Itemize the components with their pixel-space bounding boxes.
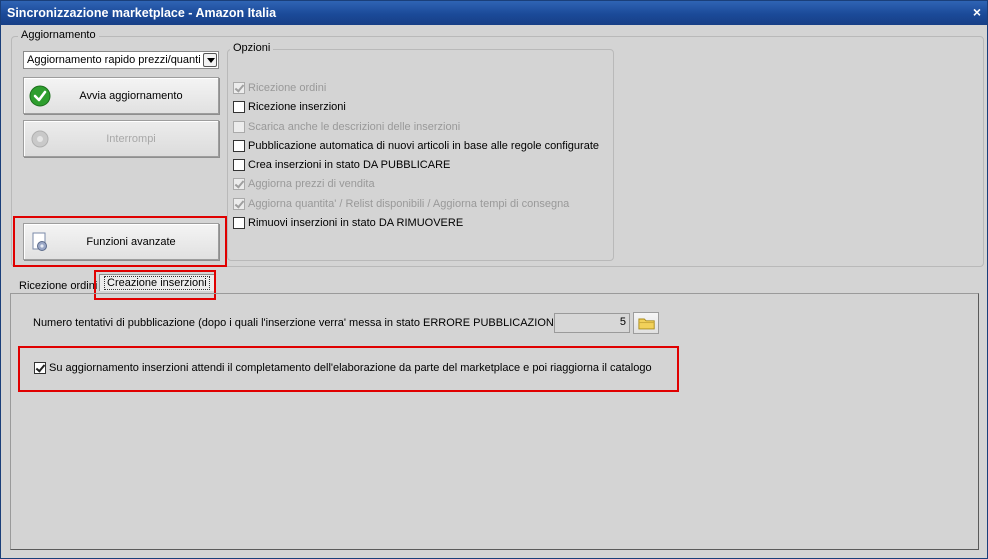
stop-button[interactable]: Interrompi: [23, 120, 219, 157]
option-label: Aggiorna prezzi di vendita: [248, 178, 375, 190]
option-label: Pubblicazione automatica di nuovi artico…: [248, 140, 599, 152]
start-update-label: Avvia aggiornamento: [79, 90, 183, 102]
update-mode-select[interactable]: Aggiornamento rapido prezzi/quanti: [23, 51, 219, 69]
title-bar: Sincronizzazione marketplace - Amazon It…: [1, 1, 987, 25]
option-label: Rimuovi inserzioni in stato DA RIMUOVERE: [248, 217, 464, 229]
checkbox[interactable]: [233, 159, 245, 171]
tentativi-input[interactable]: 5: [554, 313, 630, 333]
checkbox[interactable]: [233, 217, 245, 229]
tab-ricezione-ordini[interactable]: Ricezione ordini: [19, 280, 97, 292]
stop-label: Interrompi: [106, 133, 156, 145]
option-label: Ricezione ordini: [248, 82, 327, 94]
option-label: Scarica anche le descrizioni delle inser…: [248, 121, 461, 133]
checkbox[interactable]: [233, 178, 245, 190]
option-pubblicazione-automatica[interactable]: Pubblicazione automatica di nuovi artico…: [233, 140, 599, 152]
option-aggiorna-prezzi[interactable]: Aggiorna prezzi di vendita: [233, 178, 375, 190]
highlight-attendi: [18, 346, 679, 392]
update-mode-value: Aggiornamento rapido prezzi/quanti: [27, 54, 201, 66]
checkbox[interactable]: [233, 101, 245, 113]
option-aggiorna-quantita[interactable]: Aggiorna quantita' / Relist disponibili …: [233, 198, 569, 210]
tab-panel: [10, 293, 979, 550]
tentativi-value: 5: [619, 316, 626, 328]
checkbox[interactable]: [233, 82, 245, 94]
start-update-button[interactable]: Avvia aggiornamento: [23, 77, 219, 114]
checkbox[interactable]: [233, 198, 245, 210]
main-window: Sincronizzazione marketplace - Amazon It…: [0, 0, 988, 559]
option-scarica-descrizioni[interactable]: Scarica anche le descrizioni delle inser…: [233, 121, 460, 133]
aggiornamento-legend: Aggiornamento: [18, 29, 99, 41]
tab-label: Ricezione ordini: [19, 280, 98, 292]
close-icon[interactable]: ×: [973, 4, 981, 20]
checkbox[interactable]: [233, 140, 245, 152]
tentativi-label: Numero tentativi di pubblicazione (dopo …: [33, 317, 571, 329]
option-label: Ricezione inserzioni: [248, 101, 346, 113]
folder-button[interactable]: [633, 312, 659, 334]
checkbox[interactable]: [233, 121, 245, 133]
option-rimuovi-inserzioni[interactable]: Rimuovi inserzioni in stato DA RIMUOVERE: [233, 217, 463, 229]
opzioni-group: Opzioni: [227, 42, 614, 261]
option-crea-da-pubblicare[interactable]: Crea inserzioni in stato DA PUBBLICARE: [233, 159, 450, 171]
option-label: Aggiorna quantita' / Relist disponibili …: [248, 198, 570, 210]
option-ricezione-inserzioni[interactable]: Ricezione inserzioni: [233, 101, 346, 113]
folder-icon: [638, 318, 655, 330]
opzioni-legend: Opzioni: [230, 42, 274, 54]
window-title: Sincronizzazione marketplace - Amazon It…: [7, 6, 277, 20]
option-ricezione-ordini[interactable]: Ricezione ordini: [233, 82, 326, 94]
highlight-advanced-functions: [13, 216, 227, 267]
option-label: Crea inserzioni in stato DA PUBBLICARE: [248, 159, 451, 171]
chevron-down-icon[interactable]: [203, 53, 217, 67]
